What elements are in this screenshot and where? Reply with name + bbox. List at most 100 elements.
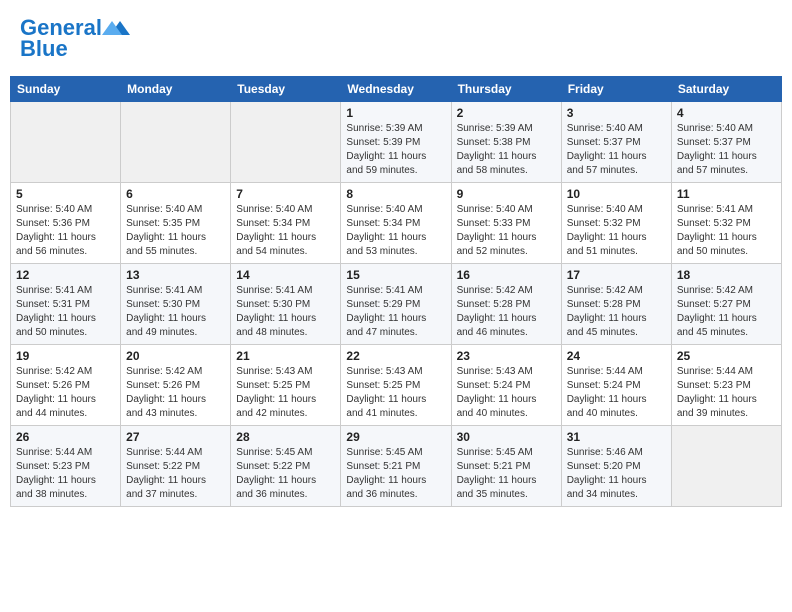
- day-info: Sunrise: 5:39 AM Sunset: 5:38 PM Dayligh…: [457, 122, 556, 178]
- day-of-week-header: Saturday: [671, 77, 781, 102]
- day-number: 25: [677, 349, 776, 363]
- day-number: 9: [457, 187, 556, 201]
- day-info: Sunrise: 5:41 AM Sunset: 5:30 PM Dayligh…: [126, 284, 225, 340]
- day-number: 4: [677, 106, 776, 120]
- calendar-week-row: 19 Sunrise: 5:42 AM Sunset: 5:26 PM Dayli…: [11, 345, 782, 426]
- day-info: Sunrise: 5:43 AM Sunset: 5:25 PM Dayligh…: [236, 365, 335, 421]
- day-number: 16: [457, 268, 556, 282]
- calendar-header-row: SundayMondayTuesdayWednesdayThursdayFrid…: [11, 77, 782, 102]
- day-number: 12: [16, 268, 115, 282]
- day-number: 20: [126, 349, 225, 363]
- calendar-cell: 11 Sunrise: 5:41 AM Sunset: 5:32 PM Dayli…: [671, 183, 781, 264]
- day-info: Sunrise: 5:44 AM Sunset: 5:24 PM Dayligh…: [567, 365, 666, 421]
- day-info: Sunrise: 5:45 AM Sunset: 5:22 PM Dayligh…: [236, 446, 335, 502]
- day-number: 21: [236, 349, 335, 363]
- day-of-week-header: Monday: [121, 77, 231, 102]
- day-number: 5: [16, 187, 115, 201]
- day-number: 8: [346, 187, 445, 201]
- day-of-week-header: Tuesday: [231, 77, 341, 102]
- calendar-week-row: 26Sunrise: 5:44 AM Sunset: 5:23 PM Dayli…: [11, 426, 782, 507]
- day-info: Sunrise: 5:43 AM Sunset: 5:24 PM Dayligh…: [457, 365, 556, 421]
- day-info: Sunrise: 5:45 AM Sunset: 5:21 PM Dayligh…: [346, 446, 445, 502]
- day-info: Sunrise: 5:43 AM Sunset: 5:25 PM Dayligh…: [346, 365, 445, 421]
- day-info: Sunrise: 5:46 AM Sunset: 5:20 PM Dayligh…: [567, 446, 666, 502]
- day-info: Sunrise: 5:41 AM Sunset: 5:31 PM Dayligh…: [16, 284, 115, 340]
- day-number: 15: [346, 268, 445, 282]
- day-of-week-header: Thursday: [451, 77, 561, 102]
- calendar-cell: [231, 102, 341, 183]
- calendar-table: SundayMondayTuesdayWednesdayThursdayFrid…: [10, 76, 782, 507]
- calendar-cell: 30 Sunrise: 5:45 AM Sunset: 5:21 PM Dayli…: [451, 426, 561, 507]
- calendar-cell: 4 Sunrise: 5:40 AM Sunset: 5:37 PM Daylig…: [671, 102, 781, 183]
- day-info: Sunrise: 5:40 AM Sunset: 5:34 PM Dayligh…: [236, 203, 335, 259]
- calendar-cell: 19Sunrise: 5:42 AM Sunset: 5:26 PM Dayli…: [11, 345, 121, 426]
- day-number: 22: [346, 349, 445, 363]
- day-info: Sunrise: 5:41 AM Sunset: 5:32 PM Dayligh…: [677, 203, 776, 259]
- day-number: 30: [457, 430, 556, 444]
- calendar-week-row: 1Sunrise: 5:39 AM Sunset: 5:39 PM Daylig…: [11, 102, 782, 183]
- logo-icon: [102, 17, 130, 39]
- calendar-cell: 12 Sunrise: 5:41 AM Sunset: 5:31 PM Dayli…: [11, 264, 121, 345]
- day-number: 3: [567, 106, 666, 120]
- day-number: 18: [677, 268, 776, 282]
- day-info: Sunrise: 5:44 AM Sunset: 5:23 PM Dayligh…: [16, 446, 115, 502]
- day-number: 11: [677, 187, 776, 201]
- day-number: 6: [126, 187, 225, 201]
- calendar-cell: [11, 102, 121, 183]
- calendar-cell: 18 Sunrise: 5:42 AM Sunset: 5:27 PM Dayli…: [671, 264, 781, 345]
- calendar-cell: 25 Sunrise: 5:44 AM Sunset: 5:23 PM Dayli…: [671, 345, 781, 426]
- calendar-cell: 6 Sunrise: 5:40 AM Sunset: 5:35 PM Daylig…: [121, 183, 231, 264]
- day-info: Sunrise: 5:41 AM Sunset: 5:29 PM Dayligh…: [346, 284, 445, 340]
- calendar-cell: 1Sunrise: 5:39 AM Sunset: 5:39 PM Daylig…: [341, 102, 451, 183]
- day-info: Sunrise: 5:42 AM Sunset: 5:28 PM Dayligh…: [457, 284, 556, 340]
- day-info: Sunrise: 5:40 AM Sunset: 5:36 PM Dayligh…: [16, 203, 115, 259]
- day-number: 31: [567, 430, 666, 444]
- day-number: 27: [126, 430, 225, 444]
- day-number: 17: [567, 268, 666, 282]
- day-info: Sunrise: 5:40 AM Sunset: 5:35 PM Dayligh…: [126, 203, 225, 259]
- day-of-week-header: Friday: [561, 77, 671, 102]
- day-number: 23: [457, 349, 556, 363]
- day-info: Sunrise: 5:41 AM Sunset: 5:30 PM Dayligh…: [236, 284, 335, 340]
- calendar-cell: 14Sunrise: 5:41 AM Sunset: 5:30 PM Dayli…: [231, 264, 341, 345]
- day-number: 13: [126, 268, 225, 282]
- day-number: 24: [567, 349, 666, 363]
- calendar-cell: 29Sunrise: 5:45 AM Sunset: 5:21 PM Dayli…: [341, 426, 451, 507]
- calendar-cell: 22 Sunrise: 5:43 AM Sunset: 5:25 PM Dayli…: [341, 345, 451, 426]
- calendar-cell: 5 Sunrise: 5:40 AM Sunset: 5:36 PM Daylig…: [11, 183, 121, 264]
- calendar-body: 1Sunrise: 5:39 AM Sunset: 5:39 PM Daylig…: [11, 102, 782, 507]
- day-info: Sunrise: 5:45 AM Sunset: 5:21 PM Dayligh…: [457, 446, 556, 502]
- calendar-cell: 10 Sunrise: 5:40 AM Sunset: 5:32 PM Dayli…: [561, 183, 671, 264]
- calendar-cell: 2 Sunrise: 5:39 AM Sunset: 5:38 PM Daylig…: [451, 102, 561, 183]
- logo: General Blue: [20, 16, 130, 62]
- day-number: 10: [567, 187, 666, 201]
- calendar-cell: 31 Sunrise: 5:46 AM Sunset: 5:20 PM Dayli…: [561, 426, 671, 507]
- calendar-cell: 13 Sunrise: 5:41 AM Sunset: 5:30 PM Dayli…: [121, 264, 231, 345]
- day-info: Sunrise: 5:40 AM Sunset: 5:37 PM Dayligh…: [567, 122, 666, 178]
- calendar-cell: 7Sunrise: 5:40 AM Sunset: 5:34 PM Daylig…: [231, 183, 341, 264]
- day-info: Sunrise: 5:40 AM Sunset: 5:37 PM Dayligh…: [677, 122, 776, 178]
- calendar-cell: 15 Sunrise: 5:41 AM Sunset: 5:29 PM Dayli…: [341, 264, 451, 345]
- day-number: 28: [236, 430, 335, 444]
- calendar-week-row: 5 Sunrise: 5:40 AM Sunset: 5:36 PM Daylig…: [11, 183, 782, 264]
- calendar-cell: 20 Sunrise: 5:42 AM Sunset: 5:26 PM Dayli…: [121, 345, 231, 426]
- calendar-cell: 28 Sunrise: 5:45 AM Sunset: 5:22 PM Dayli…: [231, 426, 341, 507]
- day-info: Sunrise: 5:44 AM Sunset: 5:23 PM Dayligh…: [677, 365, 776, 421]
- calendar-cell: 21 Sunrise: 5:43 AM Sunset: 5:25 PM Dayli…: [231, 345, 341, 426]
- day-info: Sunrise: 5:40 AM Sunset: 5:33 PM Dayligh…: [457, 203, 556, 259]
- day-info: Sunrise: 5:44 AM Sunset: 5:22 PM Dayligh…: [126, 446, 225, 502]
- calendar-cell: 16 Sunrise: 5:42 AM Sunset: 5:28 PM Dayli…: [451, 264, 561, 345]
- day-of-week-header: Wednesday: [341, 77, 451, 102]
- day-info: Sunrise: 5:42 AM Sunset: 5:27 PM Dayligh…: [677, 284, 776, 340]
- day-info: Sunrise: 5:40 AM Sunset: 5:32 PM Dayligh…: [567, 203, 666, 259]
- calendar-cell: 24 Sunrise: 5:44 AM Sunset: 5:24 PM Dayli…: [561, 345, 671, 426]
- day-number: 2: [457, 106, 556, 120]
- day-number: 19: [16, 349, 115, 363]
- day-of-week-header: Sunday: [11, 77, 121, 102]
- calendar-cell: 27 Sunrise: 5:44 AM Sunset: 5:22 PM Dayli…: [121, 426, 231, 507]
- calendar-cell: 8Sunrise: 5:40 AM Sunset: 5:34 PM Daylig…: [341, 183, 451, 264]
- day-number: 1: [346, 106, 445, 120]
- day-info: Sunrise: 5:42 AM Sunset: 5:26 PM Dayligh…: [126, 365, 225, 421]
- calendar-cell: [121, 102, 231, 183]
- calendar-cell: [671, 426, 781, 507]
